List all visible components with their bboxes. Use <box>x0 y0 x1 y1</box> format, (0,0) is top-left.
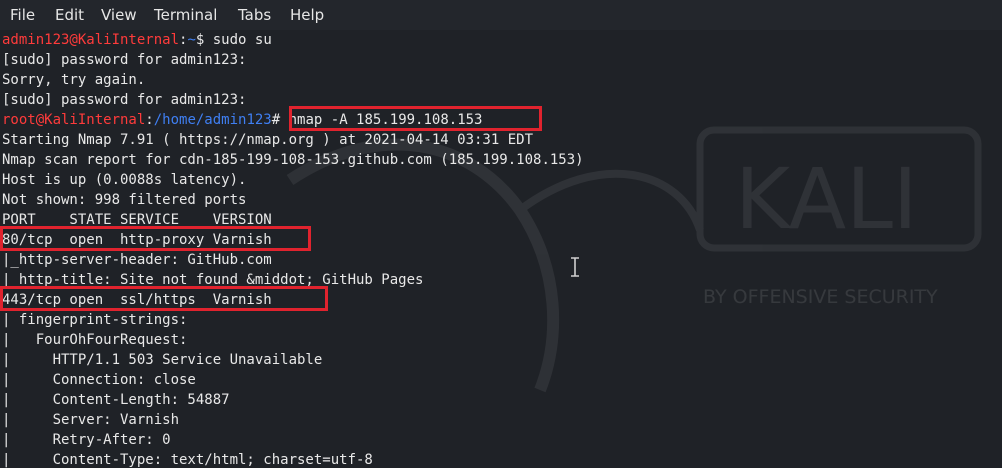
watermark-brand: KALI <box>735 150 918 248</box>
text-cursor-icon <box>571 257 579 277</box>
menu-view[interactable]: View <box>101 6 137 24</box>
output-line: | FourOhFourRequest: <box>2 332 188 348</box>
menu-file[interactable]: File <box>10 6 35 24</box>
terminal-output[interactable]: KALI BY OFFENSIVE SECURITY admin123@Kali… <box>0 30 1002 468</box>
sorry-line: Sorry, try again. <box>2 72 146 88</box>
prompt-command: sudo su <box>204 32 272 48</box>
port-80-highlight <box>0 226 311 251</box>
output-line: Nmap scan report for cdn-185-199-108-153… <box>2 152 584 168</box>
sudo-prompt-line-2: [sudo] password for admin123: <box>2 92 247 108</box>
menu-bar: File Edit View Terminal Tabs Help <box>0 0 1002 30</box>
output-line: | Connection: close <box>2 372 196 388</box>
prompt-path: ~ <box>187 32 196 48</box>
port-443-highlight <box>0 286 328 311</box>
output-line: Starting Nmap 7.91 ( https://nmap.org ) … <box>2 132 534 148</box>
menu-edit[interactable]: Edit <box>55 6 84 24</box>
output-line: |_http-server-header: GitHub.com <box>2 252 272 268</box>
output-line: | Content-Length: 54887 <box>2 392 230 408</box>
output-line: | Server: Varnish <box>2 412 180 428</box>
prompt-line-user: admin123@KaliInternal:~$ sudo su <box>2 30 272 50</box>
nmap-command-highlight <box>289 106 542 131</box>
menu-tabs[interactable]: Tabs <box>238 6 271 24</box>
prompt-symbol: # <box>271 112 281 128</box>
prompt-user-host: admin123@KaliInternal <box>2 32 180 48</box>
output-line: | Content-Type: text/html; charset=utf-8 <box>2 452 373 468</box>
output-line: | HTTP/1.1 503 Service Unavailable <box>2 352 323 368</box>
prompt-path: /home/admin123 <box>153 112 272 128</box>
menu-terminal[interactable]: Terminal <box>154 6 217 24</box>
output-line: | Retry-After: 0 <box>2 432 171 448</box>
output-line: | fingerprint-strings: <box>2 312 188 328</box>
sudo-prompt-line: [sudo] password for admin123: <box>2 52 247 68</box>
watermark-tagline: BY OFFENSIVE SECURITY <box>703 286 938 308</box>
prompt-user-host: root@KaliInternal <box>2 112 146 128</box>
prompt-separator: : <box>145 112 154 128</box>
output-line: Host is up (0.0088s latency). <box>2 172 247 188</box>
menu-help[interactable]: Help <box>290 6 324 24</box>
output-line: Not shown: 998 filtered ports <box>2 192 247 208</box>
